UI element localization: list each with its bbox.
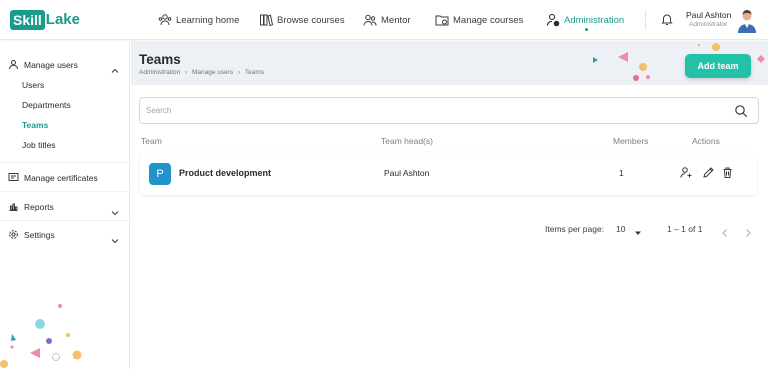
sidebar-group-label: Manage certificates <box>24 172 98 183</box>
delete-icon[interactable] <box>721 166 734 179</box>
user-name: Paul Ashton <box>686 10 732 20</box>
column-header-team: Team <box>141 136 162 146</box>
sidebar-divider <box>0 191 129 192</box>
breadcrumb-item: Teams <box>244 69 265 76</box>
team-members-count: 1 <box>619 168 624 178</box>
nav-label: Mentor <box>381 14 411 26</box>
user-role: Administrator <box>689 21 728 28</box>
breadcrumb: Administration › Manage users › Teams <box>139 69 267 76</box>
manage-courses-icon <box>435 13 449 27</box>
sidebar-divider <box>0 162 129 163</box>
add-team-button[interactable]: Add team <box>685 54 751 78</box>
breadcrumb-separator: › <box>238 69 241 76</box>
sidebar-group-manage-certificates[interactable]: Manage certificates <box>8 172 98 183</box>
gear-icon <box>8 229 19 240</box>
column-header-actions: Actions <box>692 136 720 146</box>
search-box[interactable]: Search <box>139 97 759 124</box>
top-bar: Skill Lake Learning home Browse courses … <box>0 0 768 40</box>
team-avatar: P <box>149 163 171 185</box>
page-header <box>131 41 768 85</box>
logo-skill: Skill <box>10 10 45 30</box>
sidebar-group-settings[interactable]: Settings <box>8 229 55 240</box>
logo-lake: Lake <box>45 11 80 28</box>
nav-label: Administration <box>564 14 625 26</box>
nav-learning-home[interactable]: Learning home <box>158 0 239 40</box>
search-placeholder: Search <box>146 106 172 115</box>
nav-mentor[interactable]: Mentor <box>363 0 411 40</box>
search-icon[interactable] <box>734 104 748 118</box>
breadcrumb-item[interactable]: Manage users <box>192 69 233 76</box>
sidebar-item-teams[interactable]: Teams <box>22 120 48 130</box>
chevron-up-icon[interactable] <box>111 62 119 73</box>
team-head: Paul Ashton <box>384 168 430 178</box>
sidebar-group-reports[interactable]: Reports <box>8 201 54 212</box>
pagination-range: 1 – 1 of 1 <box>667 224 703 234</box>
books-icon <box>259 13 273 27</box>
sidebar-item-users[interactable]: Users <box>22 80 44 90</box>
column-header-team-heads: Team head(s) <box>381 136 433 146</box>
nav-label: Learning home <box>176 14 240 26</box>
breadcrumb-separator: › <box>185 69 188 76</box>
nav-administration[interactable]: Administration <box>546 0 624 40</box>
sidebar-group-label: Reports <box>24 201 54 212</box>
dropdown-arrow-icon[interactable] <box>633 225 643 235</box>
mentor-icon <box>363 13 377 27</box>
items-per-page-label: Items per page: <box>545 224 605 234</box>
sidebar-group-label: Settings <box>24 229 55 240</box>
breadcrumb-item[interactable]: Administration <box>139 69 180 76</box>
edit-icon[interactable] <box>702 166 715 179</box>
avatar[interactable] <box>737 9 757 33</box>
nav-label: Browse courses <box>277 14 345 26</box>
skilllake-logo[interactable]: Skill Lake <box>10 10 80 30</box>
items-per-page-select[interactable]: 10 <box>616 224 625 234</box>
reports-icon <box>8 201 19 212</box>
bell-icon[interactable] <box>660 12 674 26</box>
column-header-members: Members <box>613 136 649 146</box>
user-info[interactable]: Paul Ashton Administrator <box>686 10 731 29</box>
sidebar-item-departments[interactable]: Departments <box>22 100 71 110</box>
chevron-down-icon[interactable] <box>111 204 119 216</box>
users-group-icon <box>158 13 172 27</box>
nav-divider <box>645 10 646 30</box>
sidebar-divider <box>0 220 129 221</box>
sidebar-group-manage-users[interactable]: Manage users <box>8 59 78 70</box>
active-indicator-dot <box>585 28 589 31</box>
admin-user-icon <box>546 13 560 27</box>
team-name[interactable]: Product development <box>179 168 271 178</box>
nav-browse-courses[interactable]: Browse courses <box>259 0 345 40</box>
manage-members-icon[interactable] <box>680 166 693 179</box>
table-row[interactable]: P Product development Paul Ashton 1 <box>140 153 757 195</box>
decorative-confetti <box>0 304 82 368</box>
nav-label: Manage courses <box>453 14 524 26</box>
previous-page-icon[interactable] <box>720 225 730 237</box>
sidebar-group-label: Manage users <box>24 59 78 70</box>
sidebar-item-job-titles[interactable]: Job titles <box>22 140 56 150</box>
certificate-icon <box>8 172 19 183</box>
page-title: Teams <box>139 52 181 67</box>
user-icon <box>8 59 19 70</box>
chevron-down-icon[interactable] <box>111 232 119 244</box>
nav-manage-courses[interactable]: Manage courses <box>435 0 523 40</box>
sidebar: Manage users Users Departments Teams Job… <box>0 41 130 369</box>
next-page-icon[interactable] <box>743 225 753 237</box>
